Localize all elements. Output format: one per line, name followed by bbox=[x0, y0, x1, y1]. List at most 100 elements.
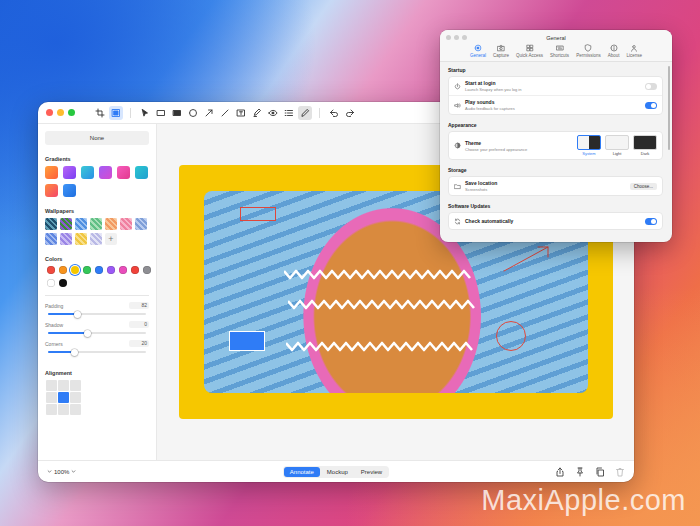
color-swatch[interactable] bbox=[47, 279, 55, 287]
gradient-swatch[interactable] bbox=[135, 166, 148, 179]
slider-track[interactable] bbox=[48, 351, 146, 353]
blur-tool[interactable] bbox=[266, 106, 280, 120]
arrow-annotation[interactable] bbox=[502, 243, 552, 273]
crop-tool[interactable] bbox=[93, 106, 107, 120]
alignment-cell[interactable] bbox=[70, 392, 81, 403]
color-swatch[interactable] bbox=[95, 266, 103, 274]
trash-button[interactable] bbox=[614, 466, 626, 478]
color-swatch[interactable] bbox=[131, 266, 139, 274]
highlighter-tool[interactable] bbox=[250, 106, 264, 120]
color-swatch[interactable] bbox=[59, 279, 67, 287]
color-swatch[interactable] bbox=[71, 266, 79, 274]
minimize-button[interactable] bbox=[57, 109, 64, 116]
zoom-button[interactable] bbox=[68, 109, 75, 116]
add-wallpaper-button[interactable]: + bbox=[105, 233, 117, 245]
mode-tab[interactable]: Mockup bbox=[321, 467, 354, 477]
color-swatch[interactable] bbox=[59, 266, 67, 274]
gradient-swatch[interactable] bbox=[63, 184, 76, 197]
wallpaper-swatch[interactable] bbox=[60, 218, 72, 230]
slider-value[interactable]: 82 bbox=[129, 302, 149, 309]
wallpaper-swatch[interactable] bbox=[45, 233, 57, 245]
alignment-cell[interactable] bbox=[46, 380, 57, 391]
select-tool[interactable] bbox=[138, 106, 152, 120]
settings-tab[interactable]: Capture bbox=[491, 43, 511, 59]
filled-rectangle-tool[interactable] bbox=[170, 106, 184, 120]
list-tool[interactable] bbox=[282, 106, 296, 120]
settings-tab[interactable]: Permissions bbox=[574, 43, 603, 59]
settings-tab[interactable]: Quick Access bbox=[514, 43, 545, 59]
wallpaper-swatch[interactable] bbox=[120, 218, 132, 230]
wallpaper-swatch[interactable] bbox=[90, 233, 102, 245]
theme-option[interactable]: Dark bbox=[633, 135, 657, 156]
zoom-button[interactable] bbox=[462, 35, 467, 40]
slider-thumb[interactable] bbox=[84, 330, 91, 337]
wallpaper-swatch[interactable] bbox=[105, 218, 117, 230]
ellipse-tool[interactable] bbox=[186, 106, 200, 120]
undo-button[interactable] bbox=[327, 106, 341, 120]
choose-button[interactable]: Choose... bbox=[630, 183, 657, 190]
background-tool[interactable] bbox=[109, 106, 123, 120]
close-button[interactable] bbox=[46, 109, 53, 116]
alignment-cell[interactable] bbox=[70, 380, 81, 391]
alignment-cell[interactable] bbox=[46, 392, 57, 403]
gradient-swatch[interactable] bbox=[117, 166, 130, 179]
settings-tab[interactable]: General bbox=[468, 43, 488, 59]
mode-tab[interactable]: Annotate bbox=[284, 467, 320, 477]
alignment-cell[interactable] bbox=[58, 404, 69, 415]
alignment-cell[interactable] bbox=[46, 404, 57, 415]
none-button[interactable]: None bbox=[45, 131, 149, 145]
toggle-switch[interactable] bbox=[645, 83, 657, 90]
wallpaper-swatch[interactable] bbox=[135, 218, 147, 230]
rectangle-annotation[interactable] bbox=[240, 207, 276, 221]
wallpaper-swatch[interactable] bbox=[45, 218, 57, 230]
pen-tool[interactable] bbox=[298, 106, 312, 120]
toggle-switch[interactable] bbox=[645, 218, 657, 225]
slider-track[interactable] bbox=[48, 332, 146, 334]
alignment-cell[interactable] bbox=[70, 404, 81, 415]
color-swatch[interactable] bbox=[143, 266, 151, 274]
line-tool[interactable] bbox=[218, 106, 232, 120]
settings-tab[interactable]: Shortcuts bbox=[548, 43, 571, 59]
scrollbar[interactable] bbox=[668, 66, 671, 150]
zoom-menu[interactable]: 100% bbox=[46, 468, 283, 475]
gradient-swatch[interactable] bbox=[45, 166, 58, 179]
rectangle-tool[interactable] bbox=[154, 106, 168, 120]
copy-button[interactable] bbox=[594, 466, 606, 478]
gradient-swatch[interactable] bbox=[63, 166, 76, 179]
wallpaper-swatch[interactable] bbox=[75, 233, 87, 245]
alignment-cell[interactable] bbox=[58, 380, 69, 391]
close-button[interactable] bbox=[446, 35, 451, 40]
wallpaper-swatch[interactable] bbox=[90, 218, 102, 230]
slider-thumb[interactable] bbox=[71, 349, 78, 356]
gradient-swatch[interactable] bbox=[45, 184, 58, 197]
settings-tab[interactable]: About bbox=[606, 43, 622, 59]
slider-track[interactable] bbox=[48, 313, 146, 315]
arrow-tool[interactable] bbox=[202, 106, 216, 120]
zigzag-annotation[interactable] bbox=[286, 341, 476, 352]
wallpaper-swatch[interactable] bbox=[75, 218, 87, 230]
mode-tab[interactable]: Preview bbox=[355, 467, 388, 477]
gradient-swatch[interactable] bbox=[99, 166, 112, 179]
zigzag-annotation[interactable] bbox=[288, 299, 478, 310]
theme-option[interactable]: Light bbox=[605, 135, 629, 156]
alignment-cell[interactable] bbox=[58, 392, 69, 403]
text-tool[interactable] bbox=[234, 106, 248, 120]
color-swatch[interactable] bbox=[107, 266, 115, 274]
color-swatch[interactable] bbox=[83, 266, 91, 274]
theme-option[interactable]: System bbox=[577, 135, 601, 156]
share-button[interactable] bbox=[554, 466, 566, 478]
ellipse-annotation[interactable] bbox=[496, 321, 526, 351]
wallpaper-swatch[interactable] bbox=[60, 233, 72, 245]
pin-button[interactable] bbox=[574, 466, 586, 478]
slider-value[interactable]: 20 bbox=[129, 340, 149, 347]
redo-button[interactable] bbox=[343, 106, 357, 120]
color-swatch[interactable] bbox=[119, 266, 127, 274]
color-swatch[interactable] bbox=[47, 266, 55, 274]
toggle-switch[interactable] bbox=[645, 102, 657, 109]
slider-thumb[interactable] bbox=[74, 311, 81, 318]
zigzag-annotation[interactable] bbox=[284, 269, 474, 280]
gradient-swatch[interactable] bbox=[81, 166, 94, 179]
slider-value[interactable]: 0 bbox=[129, 321, 149, 328]
settings-tab[interactable]: License bbox=[624, 43, 644, 59]
filled-rectangle-annotation[interactable] bbox=[229, 331, 265, 351]
